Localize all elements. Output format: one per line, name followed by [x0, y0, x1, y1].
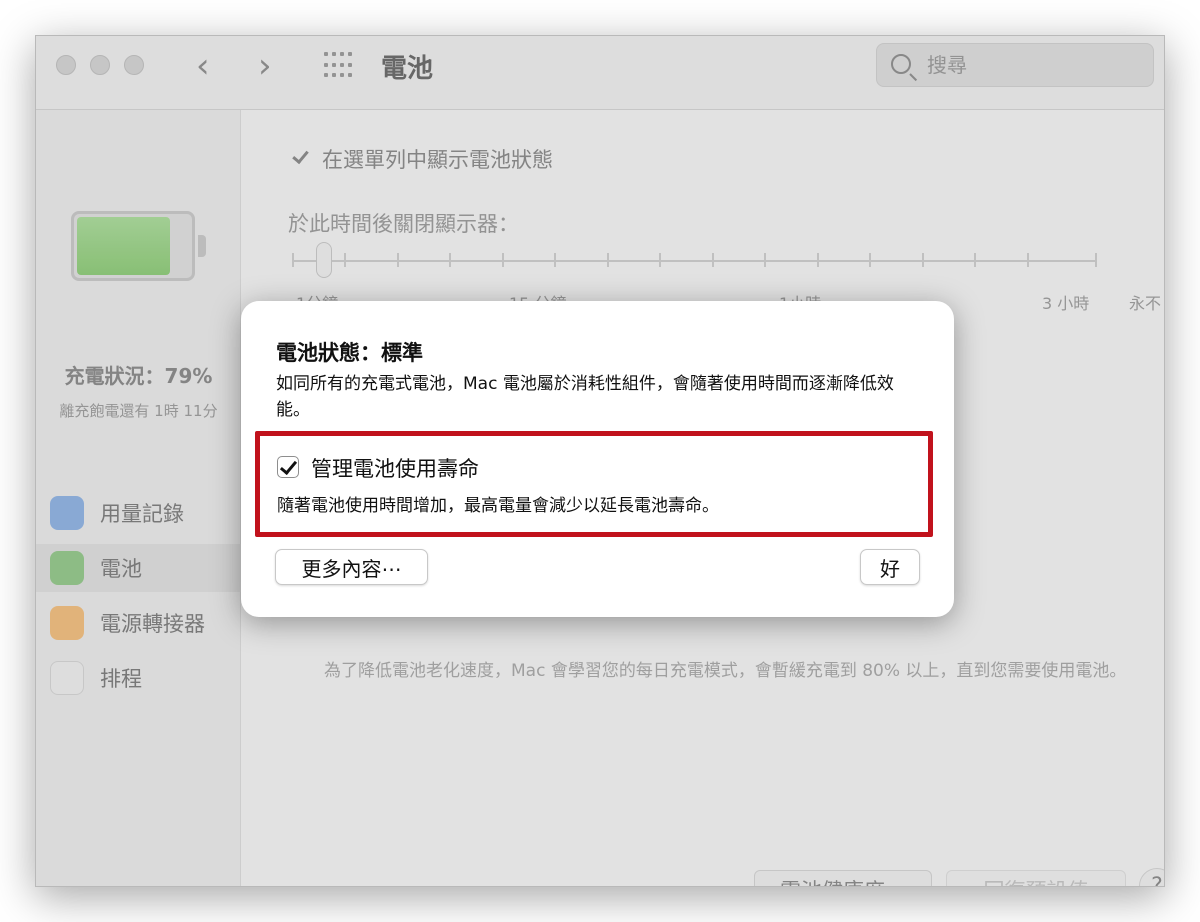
highlight-box: [255, 431, 933, 537]
ok-button[interactable]: 好: [860, 549, 920, 585]
manage-battery-longevity-label: 管理電池使用壽命: [311, 457, 479, 481]
manage-battery-longevity-description: 隨著電池使用時間增加，最高電量會減少以延長電池壽命。: [277, 496, 719, 516]
dialog-body: 如同所有的充電式電池，Mac 電池屬於消耗性組件，會隨著使用時間而逐漸降低效能。: [276, 374, 894, 420]
manage-battery-longevity-checkbox[interactable]: [277, 456, 299, 478]
dialog-title: 電池狀態：標準: [276, 341, 423, 365]
battery-status-dialog: 電池狀態：標準 如同所有的充電式電池，Mac 電池屬於消耗性組件，會隨著使用時間…: [241, 301, 954, 617]
more-info-button[interactable]: 更多內容⋯: [275, 549, 428, 585]
